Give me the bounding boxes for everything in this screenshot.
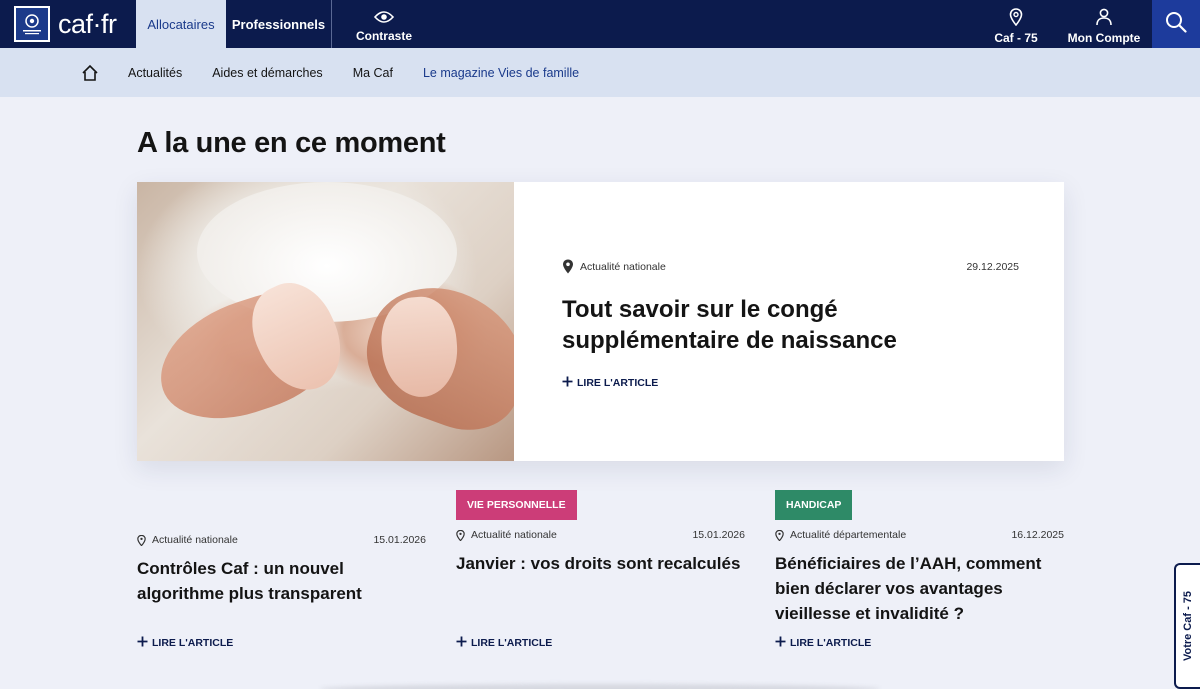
location-pin-icon	[775, 529, 784, 541]
card-title[interactable]: Janvier : vos droits sont recalculés	[456, 551, 745, 576]
featured-article-title[interactable]: Tout savoir sur le congé supplémentaire …	[562, 294, 922, 356]
article-scope: Actualité départementale	[790, 529, 907, 541]
tab-allocataires[interactable]: Allocataires	[136, 0, 226, 48]
caf-location-button[interactable]: Caf - 75	[976, 0, 1056, 48]
account-label: Mon Compte	[1067, 30, 1141, 45]
search-icon	[1165, 11, 1187, 38]
home-icon[interactable]	[80, 63, 100, 83]
search-button[interactable]	[1152, 0, 1200, 48]
read-article-link[interactable]: LIRE L'ARTICLE	[775, 636, 871, 650]
nav-aides-demarches[interactable]: Aides et démarches	[212, 66, 322, 80]
article-date: 29.12.2025	[966, 260, 1019, 273]
plus-icon	[137, 636, 148, 650]
location-pin-icon	[1009, 7, 1023, 29]
tab-professionnels[interactable]: Professionnels	[226, 0, 332, 48]
location-pin-icon	[137, 534, 146, 546]
article-date: 16.12.2025	[1011, 529, 1064, 541]
article-scope: Actualité nationale	[471, 529, 557, 541]
featured-article-body: Actualité nationale 29.12.2025 Tout savo…	[514, 182, 1064, 461]
read-article-link[interactable]: LIRE L'ARTICLE	[137, 636, 233, 650]
account-button[interactable]: Mon Compte	[1056, 0, 1152, 48]
article-meta: Actualité nationale 15.01.2026	[137, 534, 426, 546]
plus-icon	[562, 376, 573, 390]
read-article-label: LIRE L'ARTICLE	[471, 637, 553, 649]
article-date: 15.01.2026	[373, 534, 426, 546]
article-meta: Actualité nationale 15.01.2026	[456, 529, 745, 541]
card-title[interactable]: Bénéficiaires de l’AAH, comment bien déc…	[775, 551, 1064, 626]
baby-feet-photo	[137, 182, 514, 461]
side-tab-label: Votre Caf - 75	[1182, 590, 1194, 662]
nav-ma-caf[interactable]: Ma Caf	[353, 66, 393, 80]
caf-emblem-icon	[14, 6, 50, 42]
read-article-link[interactable]: LIRE L'ARTICLE	[456, 636, 552, 650]
read-article-label: LIRE L'ARTICLE	[152, 637, 234, 649]
article-meta: Actualité nationale 29.12.2025	[562, 259, 1019, 274]
votre-caf-side-tab[interactable]: Votre Caf - 75	[1174, 563, 1200, 689]
read-article-label: LIRE L'ARTICLE	[790, 637, 872, 649]
caf-location-label: Caf - 75	[994, 30, 1038, 45]
featured-article[interactable]: Actualité nationale 29.12.2025 Tout savo…	[137, 182, 1064, 461]
next-section-edge	[320, 684, 880, 689]
nav-magazine[interactable]: Le magazine Vies de famille	[423, 66, 579, 80]
location-pin-icon	[456, 529, 465, 541]
article-scope: Actualité nationale	[580, 260, 666, 273]
contrast-label: Contraste	[355, 28, 412, 43]
read-article-label: LIRE L'ARTICLE	[577, 377, 659, 389]
read-article-link[interactable]: LIRE L'ARTICLE	[562, 376, 658, 390]
user-icon	[1095, 8, 1113, 29]
top-header: caf·fr Allocataires Professionnels Contr…	[0, 0, 1200, 48]
eye-icon	[373, 10, 395, 27]
nav-actualites[interactable]: Actualités	[128, 66, 182, 80]
plus-icon	[456, 636, 467, 650]
card-title[interactable]: Contrôles Caf : un nouvel algorithme plu…	[137, 556, 426, 606]
article-scope: Actualité nationale	[152, 534, 238, 546]
logo-text: caf·fr	[58, 8, 117, 39]
sub-navigation: Actualités Aides et démarches Ma Caf Le …	[0, 48, 1200, 97]
location-pin-icon	[562, 259, 574, 274]
news-card[interactable]: HANDICAP Actualité départementale 16.12.…	[775, 490, 1064, 660]
plus-icon	[775, 636, 786, 650]
news-card[interactable]: VIE PERSONNELLE Actualité nationale 15.0…	[456, 490, 745, 660]
category-badge[interactable]: VIE PERSONNELLE	[456, 490, 577, 520]
article-date: 15.01.2026	[692, 529, 745, 541]
article-meta: Actualité départementale 16.12.2025	[775, 529, 1064, 541]
caf-logo[interactable]: caf·fr	[0, 0, 136, 48]
page-title: A la une en ce moment	[137, 127, 446, 159]
contrast-button[interactable]: Contraste	[332, 0, 436, 48]
category-badge[interactable]: HANDICAP	[775, 490, 853, 520]
news-card[interactable]: Actualité nationale 15.01.2026 Contrôles…	[137, 490, 426, 660]
